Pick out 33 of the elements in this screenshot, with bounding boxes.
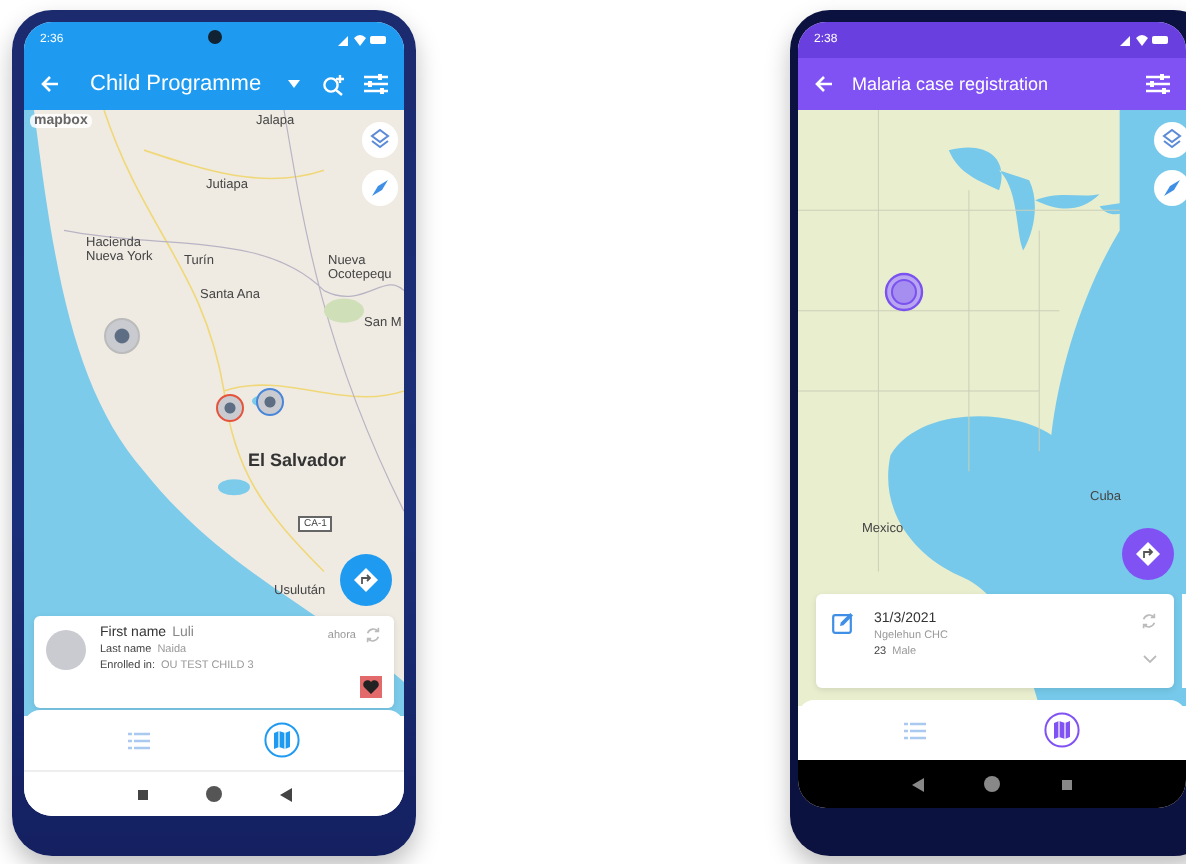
screen-title: Malaria case registration xyxy=(852,74,1051,94)
status-icons xyxy=(1118,32,1170,48)
layers-button[interactable] xyxy=(362,122,398,158)
back-arrow-icon[interactable] xyxy=(814,74,834,94)
filter-icon[interactable] xyxy=(1146,74,1170,94)
compass-button[interactable] xyxy=(362,170,398,206)
recents-icon[interactable] xyxy=(1061,779,1072,789)
back-arrow-icon[interactable] xyxy=(40,74,60,94)
home-icon[interactable] xyxy=(205,786,221,802)
search-add-icon[interactable] xyxy=(322,73,346,95)
compass-button[interactable] xyxy=(1154,170,1186,206)
edit-icon xyxy=(832,612,854,634)
avatar-icon xyxy=(46,630,86,670)
screen-title: Child Programme xyxy=(90,72,262,96)
chevron-down-icon[interactable] xyxy=(1142,654,1158,664)
filter-icon[interactable] xyxy=(364,74,388,94)
status-icons xyxy=(336,32,388,48)
directions-button[interactable] xyxy=(340,554,392,606)
back-icon[interactable] xyxy=(279,787,291,801)
recents-icon[interactable] xyxy=(137,789,147,799)
map-view-tab[interactable] xyxy=(263,722,300,758)
layers-button[interactable] xyxy=(1154,122,1186,158)
heart-icon xyxy=(360,676,382,698)
sync-icon[interactable] xyxy=(364,626,382,644)
camera-hole-icon xyxy=(208,30,222,44)
map-view-tab[interactable] xyxy=(1043,712,1080,748)
map-label: El Salvador xyxy=(248,450,347,470)
sync-icon[interactable] xyxy=(1140,612,1158,630)
dropdown-caret-icon[interactable] xyxy=(287,80,300,88)
location-marker-icon[interactable] xyxy=(884,272,924,312)
home-icon[interactable] xyxy=(984,776,1001,792)
back-icon[interactable] xyxy=(912,777,925,791)
directions-button[interactable] xyxy=(1122,528,1174,580)
